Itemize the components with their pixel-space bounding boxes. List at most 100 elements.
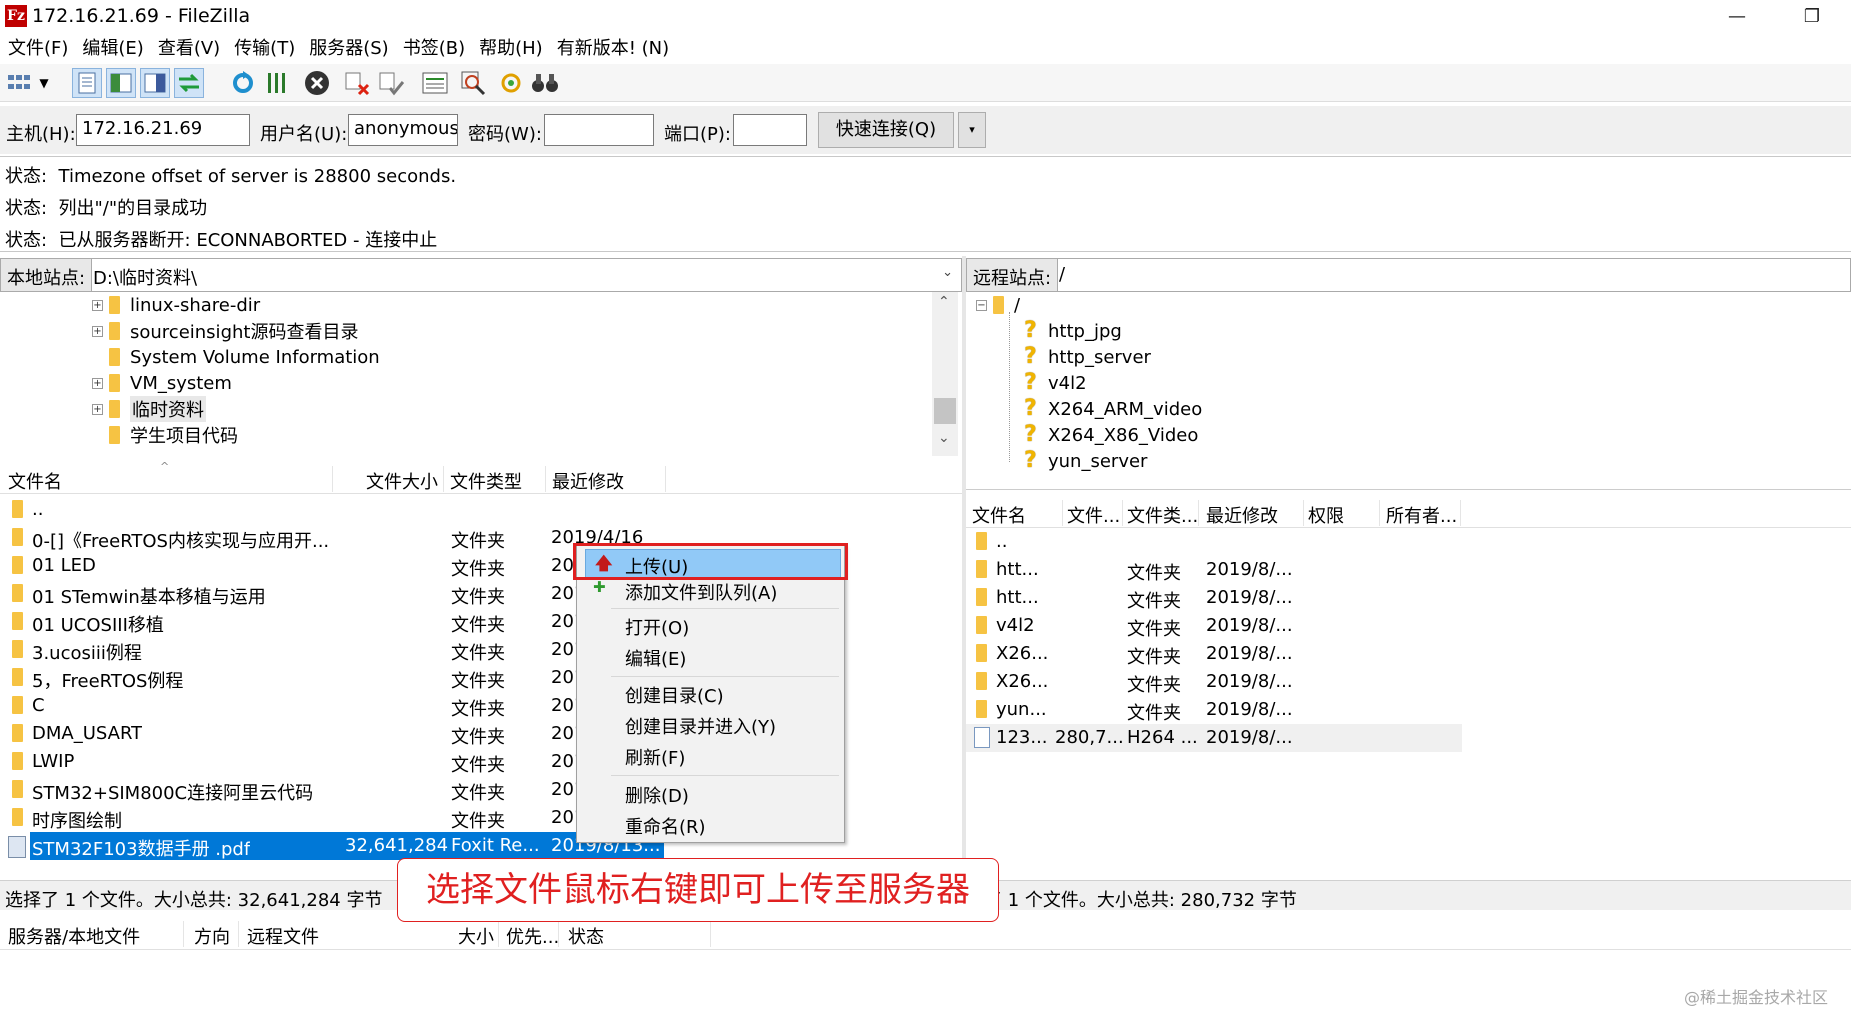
reconnect-icon[interactable] — [376, 68, 406, 98]
scrollbar-thumb[interactable] — [934, 398, 956, 424]
column-separator[interactable] — [238, 921, 239, 947]
column-separator[interactable] — [498, 921, 499, 947]
username-field[interactable]: anonymous — [348, 114, 458, 146]
file-row[interactable]: X26... 文件夹 2019/8/... — [966, 668, 1566, 696]
column-size[interactable]: 大小 — [458, 923, 494, 949]
restore-button[interactable]: ❐ — [1792, 4, 1832, 30]
file-row[interactable]: .. — [0, 496, 962, 524]
column-modified[interactable]: 最近修改 — [552, 468, 624, 494]
column-status[interactable]: 状态 — [568, 923, 604, 949]
column-filetype[interactable]: 文件类... — [1127, 502, 1198, 528]
collapse-icon[interactable]: − — [976, 299, 987, 311]
column-separator[interactable] — [1198, 500, 1199, 526]
column-filesize[interactable]: 文件大小 — [366, 468, 438, 494]
column-separator[interactable] — [183, 921, 184, 947]
password-field[interactable] — [544, 114, 654, 146]
context-refresh[interactable]: 刷新(F) — [625, 744, 685, 770]
column-separator[interactable] — [1460, 500, 1461, 526]
column-separator[interactable] — [1379, 500, 1380, 526]
column-separator[interactable] — [558, 921, 559, 947]
remote-path-field[interactable]: / — [1059, 264, 1065, 285]
chevron-down-icon[interactable]: ⌄ — [942, 265, 953, 280]
tree-item[interactable]: ? yun_server — [1024, 448, 1147, 474]
context-rename[interactable]: 重命名(R) — [625, 813, 706, 839]
context-delete[interactable]: 删除(D) — [625, 782, 689, 808]
column-separator[interactable] — [665, 466, 666, 492]
file-row[interactable]: htt... 文件夹 2019/8/... — [966, 556, 1566, 584]
expand-icon[interactable]: + — [92, 325, 103, 337]
column-separator[interactable] — [1122, 500, 1123, 526]
local-path-field[interactable]: D:\临时资料\ — [93, 264, 197, 290]
column-separator[interactable] — [1303, 500, 1304, 526]
column-separator[interactable] — [710, 921, 711, 947]
directory-listing-filters-icon[interactable] — [420, 68, 450, 98]
column-filesize[interactable]: 文件... — [1067, 502, 1120, 528]
column-filename[interactable]: 文件名 — [972, 502, 1026, 528]
port-field[interactable] — [733, 114, 807, 146]
tree-item-selected[interactable]: + 临时资料 — [92, 396, 206, 422]
menu-bookmarks[interactable]: 书签(B) — [403, 34, 465, 64]
menu-server[interactable]: 服务器(S) — [309, 34, 388, 64]
toggle-remote-tree-icon[interactable] — [140, 68, 170, 98]
column-filetype[interactable]: 文件类型 — [450, 468, 522, 494]
context-open[interactable]: 打开(O) — [625, 614, 689, 640]
column-separator[interactable] — [1062, 500, 1063, 526]
synchronized-browsing-icon[interactable] — [496, 68, 526, 98]
tree-item[interactable]: ? X264_ARM_video — [1024, 396, 1202, 422]
menu-new-version[interactable]: 有新版本! (N) — [557, 34, 669, 64]
tree-item[interactable]: ? X264_X86_Video — [1024, 422, 1198, 448]
file-row[interactable]: .. — [966, 528, 1566, 556]
refresh-icon[interactable] — [228, 68, 258, 98]
column-separator[interactable] — [332, 466, 333, 492]
tree-item[interactable]: + linux-share-dir — [92, 292, 260, 318]
menu-edit[interactable]: 编辑(E) — [82, 34, 143, 64]
column-separator[interactable] — [545, 466, 546, 492]
expand-icon[interactable]: + — [92, 299, 103, 311]
site-manager-icon[interactable] — [6, 68, 32, 98]
tree-item[interactable]: System Volume Information — [109, 344, 380, 370]
context-edit[interactable]: 编辑(E) — [625, 645, 686, 671]
tree-scrollbar[interactable]: ⌃ ⌄ — [932, 292, 958, 456]
disconnect-icon[interactable] — [342, 68, 372, 98]
column-remote-file[interactable]: 远程文件 — [247, 923, 319, 949]
file-row-selected[interactable]: 123... 280,7... H264 ... 2019/8/... — [966, 724, 1462, 752]
chevron-down-icon[interactable]: ▼ — [36, 68, 52, 98]
scroll-down-icon[interactable]: ⌄ — [938, 430, 950, 446]
quickconnect-history-dropdown[interactable]: ▾ — [958, 112, 986, 148]
column-server-local-file[interactable]: 服务器/本地文件 — [8, 923, 140, 949]
expand-icon[interactable]: + — [92, 377, 103, 389]
process-queue-icon[interactable] — [262, 68, 292, 98]
tree-item[interactable]: ? http_jpg — [1024, 318, 1122, 344]
tree-item[interactable]: ? v4l2 — [1024, 370, 1087, 396]
toggle-log-icon[interactable] — [72, 68, 102, 98]
menu-help[interactable]: 帮助(H) — [479, 34, 543, 64]
menu-transfer[interactable]: 传输(T) — [234, 34, 295, 64]
binoculars-icon[interactable] — [530, 68, 560, 98]
cancel-icon[interactable] — [302, 68, 332, 98]
expand-icon[interactable]: + — [92, 403, 103, 415]
column-modified[interactable]: 最近修改 — [1206, 502, 1278, 528]
scroll-up-icon[interactable]: ⌃ — [938, 294, 950, 310]
column-owner[interactable]: 所有者... — [1386, 502, 1457, 528]
tree-item[interactable]: ? http_server — [1024, 344, 1151, 370]
quickconnect-button[interactable]: 快速连接(Q) — [818, 112, 954, 148]
search-icon[interactable] — [458, 68, 488, 98]
column-direction[interactable]: 方向 — [194, 923, 230, 949]
menu-view[interactable]: 查看(V) — [158, 34, 220, 64]
tree-item[interactable]: + VM_system — [92, 370, 232, 396]
column-filename[interactable]: 文件名 — [8, 468, 62, 494]
tree-item[interactable]: 学生项目代码 — [109, 422, 238, 448]
toggle-queue-icon[interactable] — [174, 68, 204, 98]
tree-root[interactable]: − / — [976, 292, 1020, 318]
menu-file[interactable]: 文件(F) — [8, 34, 68, 64]
context-create-directory-enter[interactable]: 创建目录并进入(Y) — [625, 713, 776, 739]
toggle-local-tree-icon[interactable] — [106, 68, 136, 98]
tree-item[interactable]: + sourceinsight源码查看目录 — [92, 318, 358, 344]
column-priority[interactable]: 优先... — [506, 923, 559, 949]
column-permissions[interactable]: 权限 — [1308, 502, 1344, 528]
file-row[interactable]: yun... 文件夹 2019/8/... — [966, 696, 1566, 724]
file-row[interactable]: X26... 文件夹 2019/8/... — [966, 640, 1566, 668]
file-row[interactable]: htt... 文件夹 2019/8/... — [966, 584, 1566, 612]
context-create-directory[interactable]: 创建目录(C) — [625, 682, 724, 708]
host-field[interactable]: 172.16.21.69 — [76, 114, 250, 146]
